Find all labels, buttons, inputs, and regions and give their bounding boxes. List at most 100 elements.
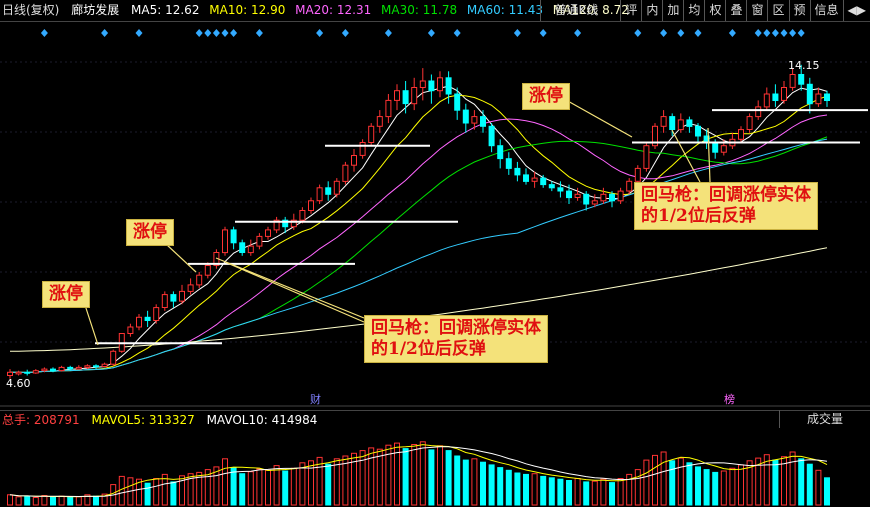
ma5-label: MA5: 12.62 xyxy=(131,3,200,17)
candle-body xyxy=(222,229,228,254)
volume-bar xyxy=(531,473,538,506)
volume-bar xyxy=(419,441,426,506)
candle xyxy=(153,304,160,324)
candle-body xyxy=(643,145,650,169)
tool-button-nei[interactable]: 内 xyxy=(641,0,662,21)
ma30-label: MA30: 11.78 xyxy=(381,3,458,17)
candle-body xyxy=(600,193,607,202)
tool-button-ping[interactable]: 评 xyxy=(620,0,641,21)
candle xyxy=(58,365,65,372)
volume-bar xyxy=(50,496,56,506)
chart-mode-label: 日线(复权) xyxy=(2,3,60,17)
volume-bar xyxy=(118,475,125,506)
pullback-note-2-line1: 回马枪：回调涨停实体 xyxy=(641,185,811,205)
signal-diamond xyxy=(316,29,324,37)
signal-diamond xyxy=(754,29,762,37)
signal-diamond xyxy=(101,29,109,37)
candle xyxy=(247,239,254,256)
candle xyxy=(265,226,271,240)
signal-diamond xyxy=(230,29,238,37)
volume-bar xyxy=(256,468,263,506)
candle-body xyxy=(58,366,65,372)
volume-bar xyxy=(282,470,289,506)
tool-button-yu[interactable]: 预 xyxy=(788,0,810,21)
signal-diamond xyxy=(135,29,143,37)
volume-bar xyxy=(368,447,375,506)
volume-bar xyxy=(247,471,254,506)
tool-button-chuang[interactable]: 窗 xyxy=(746,0,767,21)
tool-button-jia[interactable]: 加 xyxy=(662,0,683,21)
volume-bar xyxy=(574,478,581,506)
min-price-label: 4.60 xyxy=(6,377,31,390)
candle xyxy=(428,74,435,104)
total-volume-label: 总手: 208791 xyxy=(2,413,80,427)
event-marker-cai[interactable]: 财 xyxy=(310,392,321,406)
candle xyxy=(273,216,280,234)
candle xyxy=(445,71,452,104)
volume-indicator-label: 成交量 xyxy=(806,412,843,426)
volume-bar xyxy=(600,478,607,506)
signal-diamond xyxy=(341,29,349,37)
candle-body xyxy=(540,177,547,186)
candle xyxy=(222,226,228,256)
volume-bar xyxy=(239,473,246,506)
candle xyxy=(677,113,684,133)
candle-body xyxy=(669,116,676,130)
volume-bar xyxy=(75,496,82,506)
candle-body xyxy=(239,242,246,254)
candle-body xyxy=(7,371,13,376)
candle-body xyxy=(187,284,194,292)
volume-bar xyxy=(41,495,48,506)
signal-diamond xyxy=(634,29,642,37)
tool-button-quan[interactable]: 权 xyxy=(704,0,725,21)
candle xyxy=(394,84,400,111)
candle-body xyxy=(798,74,805,85)
candle xyxy=(660,110,667,133)
max-price-label: 14.15 xyxy=(788,59,820,72)
candle xyxy=(24,369,31,376)
signal-diamond xyxy=(539,29,547,37)
volume-bar xyxy=(703,469,710,506)
ma10-label: MA10: 12.90 xyxy=(209,3,286,17)
volume-bar xyxy=(548,477,555,506)
tool-button-die[interactable]: 叠 xyxy=(725,0,746,21)
kline-type-select[interactable]: 普通K线 xyxy=(539,0,621,21)
volume-bar xyxy=(402,448,409,506)
candle xyxy=(239,239,246,256)
candle-body xyxy=(67,366,74,370)
candle-body xyxy=(50,368,56,372)
volume-bar xyxy=(222,458,228,506)
candle-body xyxy=(497,145,504,160)
annotation-leader xyxy=(165,243,197,273)
volume-bar xyxy=(677,457,684,506)
volume-bar xyxy=(454,455,461,506)
limit-up-text-1: 涨停 xyxy=(49,284,83,304)
signal-diamond xyxy=(797,29,805,37)
volume-bar xyxy=(695,466,701,506)
tool-button-qu[interactable]: 区 xyxy=(767,0,788,21)
candle-body xyxy=(566,190,572,199)
tool-button-info[interactable]: 信息 xyxy=(809,0,843,21)
pullback-note-2: 回马枪：回调涨停实体 的1/2位后反弹 xyxy=(634,182,818,230)
candle-body xyxy=(24,371,31,374)
candle-body xyxy=(660,116,667,127)
candle xyxy=(583,191,590,211)
candle xyxy=(196,272,203,289)
volume-bar xyxy=(376,448,383,506)
candle xyxy=(548,181,555,192)
volume-bar xyxy=(411,444,418,506)
ma60-label: MA60: 11.43 xyxy=(466,3,543,17)
tool-button-jun[interactable]: 均 xyxy=(683,0,704,21)
signal-diamond xyxy=(221,29,229,37)
signal-diamond xyxy=(660,29,668,37)
candle-body xyxy=(170,294,177,302)
signal-diamond xyxy=(513,29,521,37)
volume-indicator-select[interactable]: 成交量 xyxy=(779,410,870,428)
event-marker-bang[interactable]: 榜 xyxy=(724,392,735,406)
limit-up-text-3: 涨停 xyxy=(529,86,563,106)
candle xyxy=(351,149,357,172)
scroll-arrows-button[interactable]: ◀▶ xyxy=(842,0,870,21)
candle xyxy=(806,77,813,114)
candle-body xyxy=(712,142,719,153)
candle xyxy=(738,126,744,143)
